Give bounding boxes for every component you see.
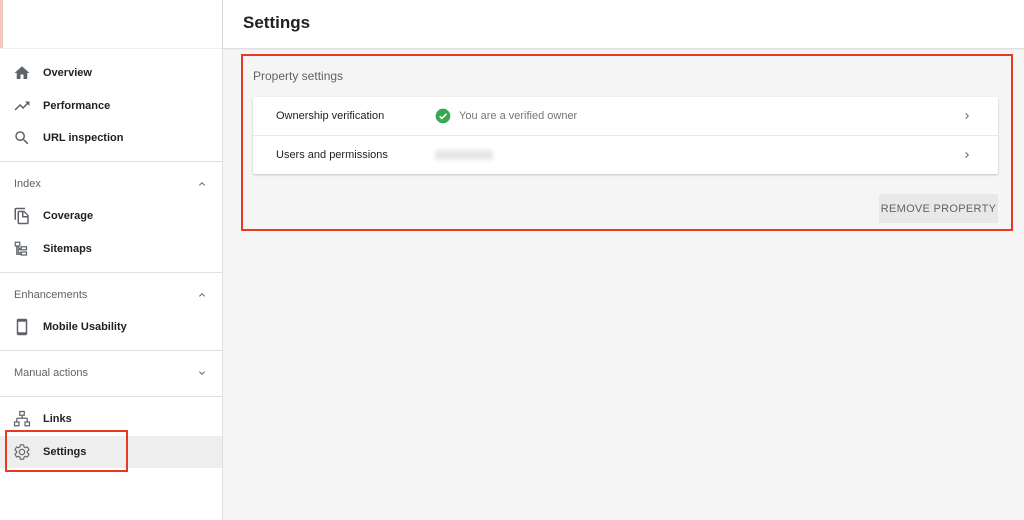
- row-value: You are a verified owner: [435, 108, 577, 124]
- section-label: Enhancements: [14, 289, 88, 301]
- sidebar-item-label: Performance: [43, 100, 111, 112]
- sidebar: Overview Performance URL inspection Inde…: [0, 0, 223, 520]
- sidebar-divider: [0, 272, 222, 273]
- sidebar-item-label: Sitemaps: [43, 243, 92, 255]
- sidebar-item-links[interactable]: Links: [0, 403, 222, 435]
- sidebar-item-coverage[interactable]: Coverage: [0, 200, 222, 232]
- sidebar-divider: [0, 350, 222, 351]
- sidebar-item-overview[interactable]: Overview: [0, 57, 222, 89]
- copy-icon: [12, 206, 32, 226]
- chevron-down-icon: [196, 367, 208, 379]
- chevron-right-icon: [961, 149, 973, 161]
- sidebar-item-label: Mobile Usability: [43, 321, 127, 333]
- sidebar-accent: [0, 0, 3, 48]
- sidebar-item-url-inspection[interactable]: URL inspection: [0, 122, 222, 154]
- chevron-up-icon: [196, 289, 208, 301]
- top-bar: Settings: [223, 0, 1024, 48]
- smartphone-icon: [12, 317, 32, 337]
- links-icon: [12, 409, 32, 429]
- sidebar-item-performance[interactable]: Performance: [0, 90, 222, 122]
- property-settings-card: Ownership verification You are a verifie…: [253, 97, 998, 174]
- gear-icon: [12, 442, 32, 462]
- sidebar-divider: [0, 161, 222, 162]
- sidebar-divider: [0, 396, 222, 397]
- remove-property-button[interactable]: REMOVE PROPERTY: [879, 194, 998, 223]
- sidebar-item-label: Links: [43, 413, 72, 425]
- section-index[interactable]: Index: [0, 170, 222, 198]
- sitemap-icon: [12, 239, 32, 259]
- page-title: Settings: [243, 13, 311, 32]
- trending-up-icon: [12, 96, 32, 116]
- sidebar-item-label: Coverage: [43, 210, 94, 222]
- row-label: Ownership verification: [276, 110, 385, 122]
- row-label: Users and permissions: [276, 149, 388, 161]
- sidebar-item-label: Overview: [43, 67, 92, 79]
- home-icon: [12, 63, 32, 83]
- verified-status-text: You are a verified owner: [459, 110, 578, 122]
- sidebar-item-settings[interactable]: Settings: [0, 436, 222, 468]
- row-ownership-verification[interactable]: Ownership verification You are a verifie…: [253, 97, 998, 135]
- row-value: [435, 150, 493, 160]
- section-label: Index: [14, 178, 41, 190]
- property-settings-title: Property settings: [253, 69, 344, 83]
- sidebar-item-mobile-usability[interactable]: Mobile Usability: [0, 311, 222, 343]
- chevron-up-icon: [196, 178, 208, 190]
- search-icon: [12, 128, 32, 148]
- sidebar-item-label: URL inspection: [43, 132, 124, 144]
- sidebar-item-sitemaps[interactable]: Sitemaps: [0, 233, 222, 265]
- sidebar-item-label: Settings: [43, 446, 87, 458]
- row-users-and-permissions[interactable]: Users and permissions: [253, 136, 998, 174]
- chevron-right-icon: [961, 110, 973, 122]
- section-enhancements[interactable]: Enhancements: [0, 281, 222, 309]
- redacted-value: [435, 150, 493, 160]
- section-label: Manual actions: [14, 367, 88, 379]
- sidebar-header: [0, 0, 222, 49]
- check-circle-icon: [435, 108, 451, 124]
- section-manual-actions[interactable]: Manual actions: [0, 359, 222, 387]
